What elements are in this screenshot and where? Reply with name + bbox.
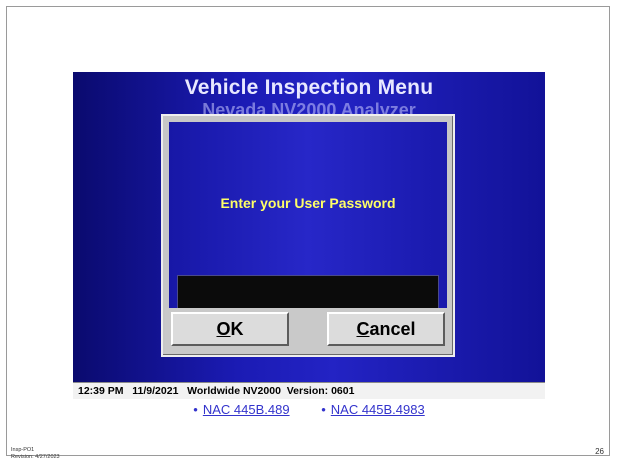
page-number: 26 — [595, 447, 604, 456]
ok-mnemonic: O — [216, 318, 231, 339]
footer-info: Insp-PO1 Revision: 4/27/2023 — [11, 447, 60, 460]
link-item: • NAC 445B.489 — [193, 402, 289, 417]
inspection-screen: Vehicle Inspection Menu Nevada NV2000 An… — [73, 72, 545, 399]
ok-button[interactable]: OK — [171, 312, 289, 346]
password-input[interactable] — [177, 275, 439, 309]
bullet-icon: • — [321, 402, 326, 417]
screen-title: Vehicle Inspection Menu — [184, 76, 434, 99]
password-dialog: Enter your User Password OK Cancel — [161, 114, 455, 357]
cancel-button[interactable]: Cancel — [327, 312, 445, 346]
bullet-icon: • — [193, 402, 198, 417]
nac-445b-4983-link[interactable]: NAC 445B.4983 — [331, 402, 425, 417]
ok-label-rest: K — [230, 318, 244, 339]
cancel-label-rest: ancel — [369, 318, 416, 339]
nac-445b-489-link[interactable]: NAC 445B.489 — [203, 402, 290, 417]
revision-date: Revision: 4/27/2023 — [11, 453, 60, 460]
status-bar: 12:39 PM 11/9/2021 Worldwide NV2000 Vers… — [73, 382, 545, 399]
dialog-button-bar: OK Cancel — [165, 308, 451, 354]
cancel-mnemonic: C — [356, 318, 370, 339]
reference-links: • NAC 445B.489 • NAC 445B.4983 — [0, 402, 618, 417]
password-prompt: Enter your User Password — [220, 195, 396, 211]
link-item: • NAC 445B.4983 — [321, 402, 425, 417]
